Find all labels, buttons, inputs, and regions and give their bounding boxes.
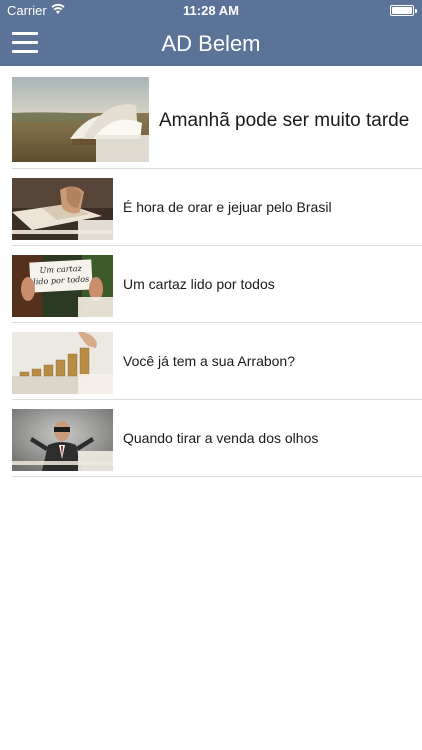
battery-icon xyxy=(390,5,417,16)
article-title: Quando tirar a venda dos olhos xyxy=(123,430,319,446)
article-thumbnail xyxy=(12,409,113,471)
row-divider xyxy=(12,476,422,477)
page-title: AD Belem xyxy=(161,31,261,56)
article-list: Amanhã pode ser muito tarde É hora de or… xyxy=(0,66,422,477)
status-bar: Carrier 11:28 AM xyxy=(0,0,422,22)
article-title: Você já tem a sua Arrabon? xyxy=(123,353,295,369)
article-thumbnail xyxy=(12,77,149,162)
article-title: Amanhã pode ser muito tarde xyxy=(159,110,410,131)
top-bar: Carrier 11:28 AM AD Belem xyxy=(0,0,422,66)
list-item[interactable]: É hora de orar e jejuar pelo Brasil xyxy=(0,169,422,246)
list-item[interactable]: Amanhã pode ser muito tarde xyxy=(0,66,422,169)
list-item[interactable]: Quando tirar a venda dos olhos xyxy=(0,400,422,477)
list-item[interactable]: Você já tem a sua Arrabon? xyxy=(0,323,422,400)
article-thumbnail: Um cartaz lido por todos xyxy=(12,255,113,317)
article-title: É hora de orar e jejuar pelo Brasil xyxy=(123,199,332,215)
nav-bar: AD Belem xyxy=(0,22,422,66)
article-title: Um cartaz lido por todos xyxy=(123,276,275,292)
article-thumbnail xyxy=(12,178,113,240)
article-thumbnail xyxy=(12,332,113,394)
list-item[interactable]: Um cartaz lido por todos Um cartaz lido … xyxy=(0,246,422,323)
clock: 11:28 AM xyxy=(183,3,239,18)
